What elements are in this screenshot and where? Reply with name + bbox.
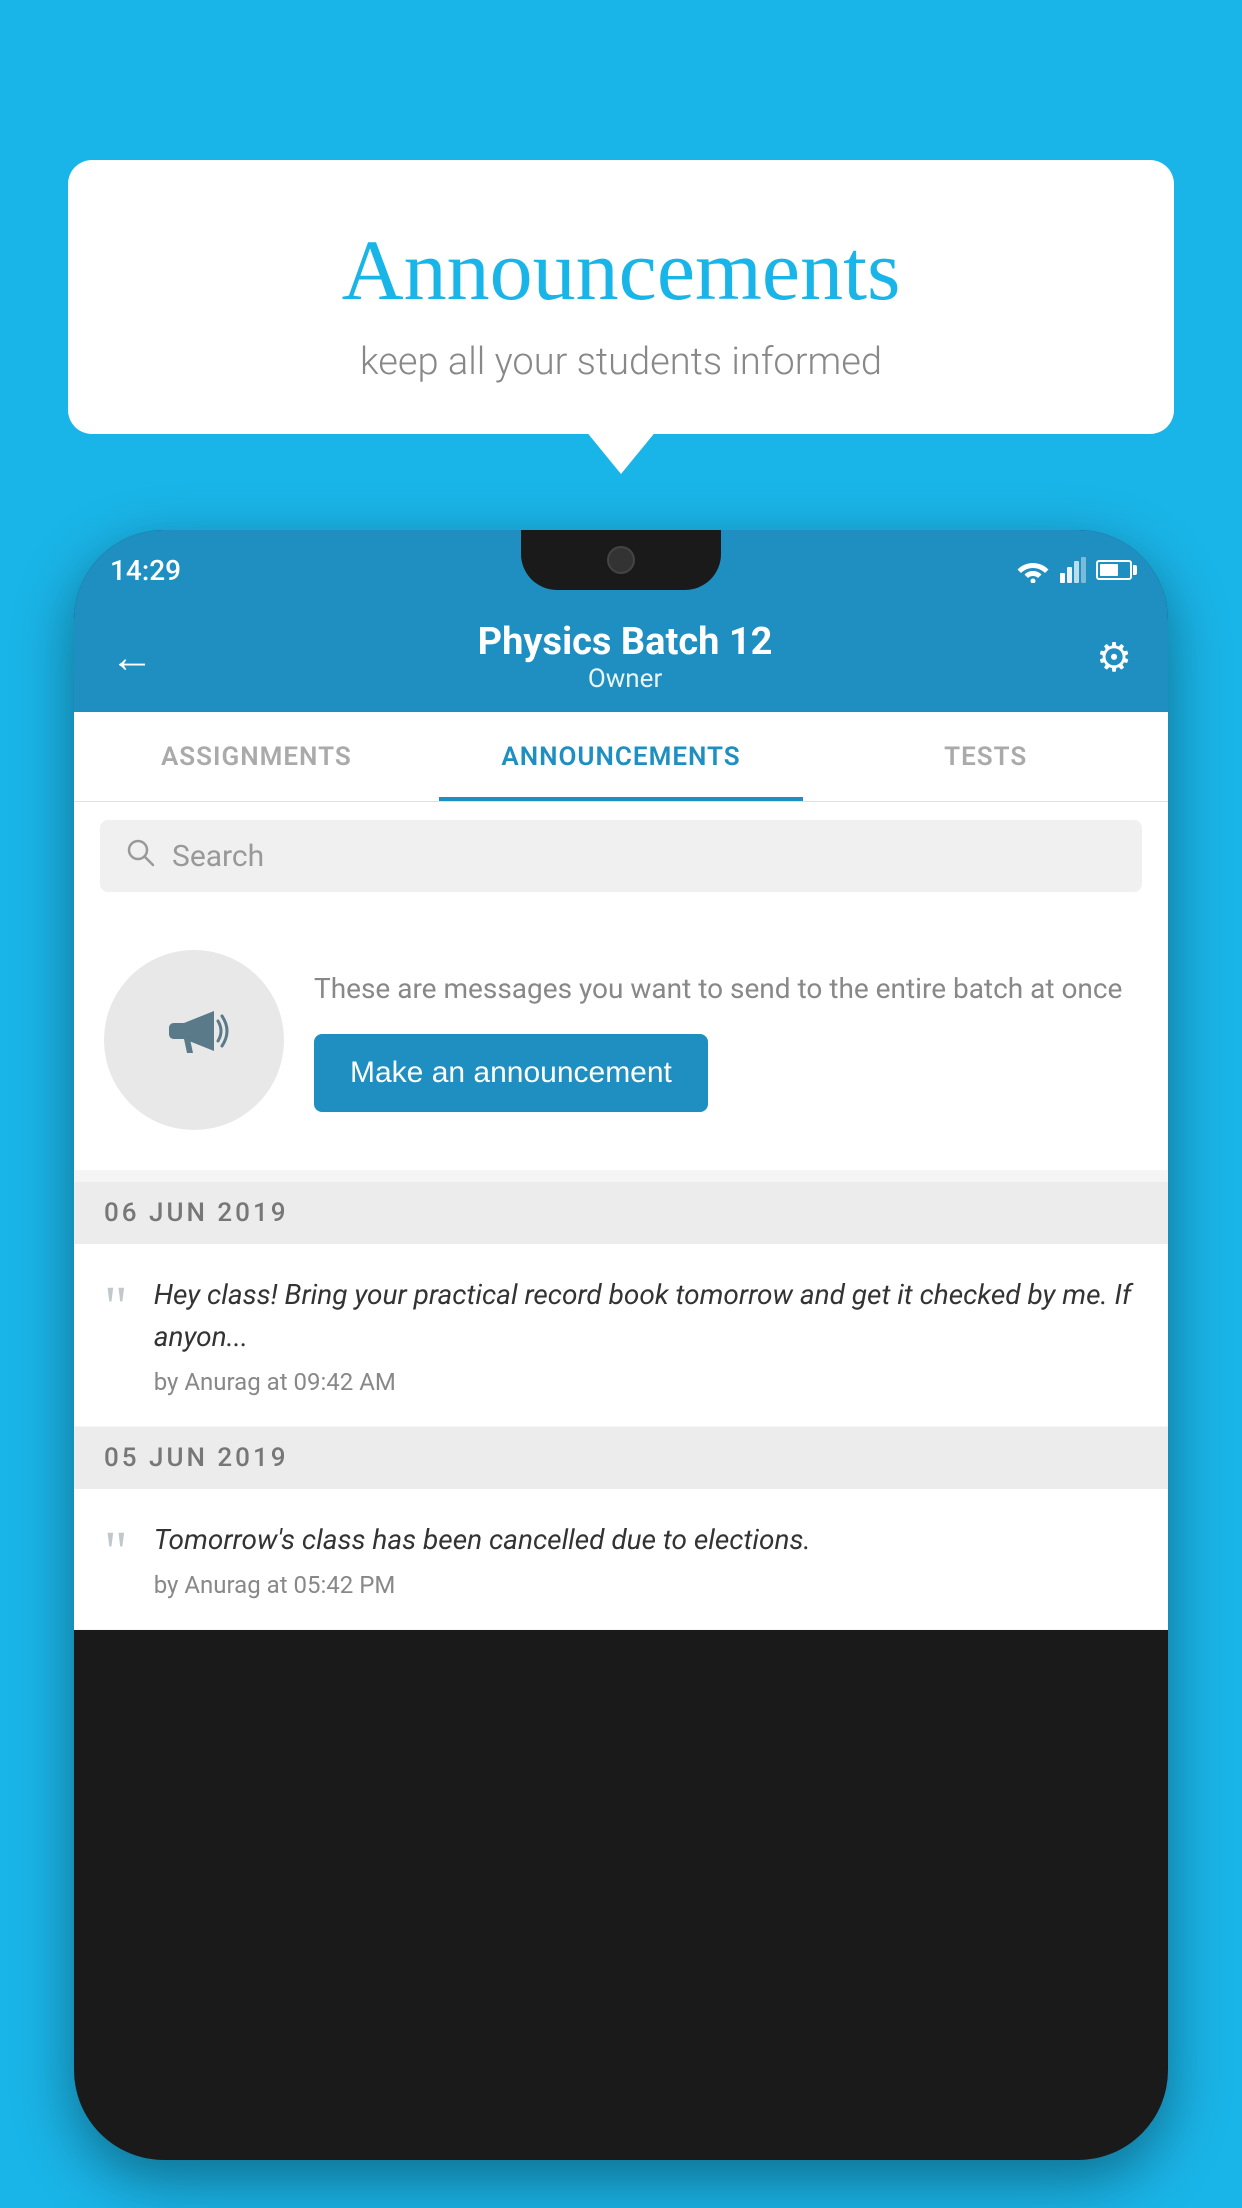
search-placeholder-text: Search <box>172 839 264 874</box>
app-bar-center: Physics Batch 12 Owner <box>154 620 1096 694</box>
date-divider-2: 05 JUN 2019 <box>74 1427 1168 1489</box>
app-bar-subtitle: Owner <box>154 664 1096 694</box>
phone-notch <box>521 530 721 590</box>
quote-icon-1: " <box>104 1278 128 1336</box>
megaphone-icon <box>154 991 234 1089</box>
search-icon <box>124 836 156 876</box>
date-text-1: 06 JUN 2019 <box>104 1198 289 1228</box>
front-camera <box>607 546 635 574</box>
settings-icon[interactable]: ⚙ <box>1096 634 1132 681</box>
tab-announcements[interactable]: ANNOUNCEMENTS <box>439 712 804 801</box>
announcement-meta-1: by Anurag at 09:42 AM <box>154 1368 1138 1396</box>
announcement-text-2: Tomorrow's class has been cancelled due … <box>154 1519 1138 1561</box>
promo-description: These are messages you want to send to t… <box>314 968 1138 1010</box>
announcement-promo: These are messages you want to send to t… <box>74 910 1168 1170</box>
speech-bubble-title: Announcements <box>148 220 1094 320</box>
announcement-text-1: Hey class! Bring your practical record b… <box>154 1274 1138 1358</box>
promo-right: These are messages you want to send to t… <box>314 968 1138 1112</box>
tab-tests[interactable]: TESTS <box>803 712 1168 801</box>
phone-wrapper: 14:29 <box>74 530 1168 2208</box>
announcement-meta-2: by Anurag at 05:42 PM <box>154 1571 1138 1599</box>
speech-bubble: Announcements keep all your students inf… <box>68 160 1174 434</box>
content-area: Search These are message <box>74 802 1168 1630</box>
wifi-icon <box>1016 557 1050 583</box>
speech-bubble-subtitle: keep all your students informed <box>148 340 1094 384</box>
tabs-bar: ASSIGNMENTS ANNOUNCEMENTS TESTS <box>74 712 1168 802</box>
status-icons <box>1016 557 1132 583</box>
announcement-item-1[interactable]: " Hey class! Bring your practical record… <box>74 1244 1168 1426</box>
announcement-item-2[interactable]: " Tomorrow's class has been cancelled du… <box>74 1489 1168 1629</box>
signal-icon <box>1060 557 1086 583</box>
status-time: 14:29 <box>110 554 181 587</box>
search-bar[interactable]: Search <box>100 820 1142 892</box>
battery-icon <box>1096 560 1132 580</box>
announcement-content-1: Hey class! Bring your practical record b… <box>154 1274 1138 1396</box>
back-button[interactable]: ← <box>110 635 154 679</box>
speech-bubble-container: Announcements keep all your students inf… <box>68 160 1174 434</box>
date-divider-1: 06 JUN 2019 <box>74 1182 1168 1244</box>
app-bar-title: Physics Batch 12 <box>154 620 1096 664</box>
tab-assignments[interactable]: ASSIGNMENTS <box>74 712 439 801</box>
app-bar: ← Physics Batch 12 Owner ⚙ <box>74 602 1168 712</box>
quote-icon-2: " <box>104 1523 128 1581</box>
announcement-content-2: Tomorrow's class has been cancelled due … <box>154 1519 1138 1599</box>
promo-icon-circle <box>104 950 284 1130</box>
make-announcement-button[interactable]: Make an announcement <box>314 1034 708 1112</box>
phone-frame: 14:29 <box>74 530 1168 2160</box>
date-text-2: 05 JUN 2019 <box>104 1443 289 1473</box>
search-bar-container: Search <box>74 802 1168 910</box>
